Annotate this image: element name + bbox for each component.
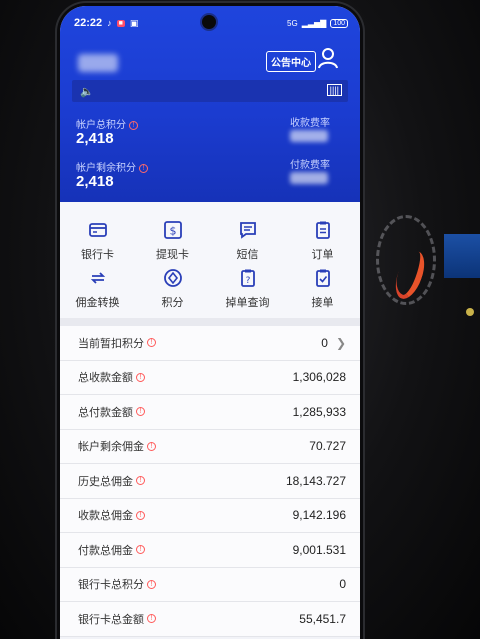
row-value: 55,451.7 [299, 611, 346, 626]
info-icon[interactable]: ! [147, 579, 156, 589]
list-item-bank-card-points: 银行卡总积分! 0 [60, 567, 360, 602]
remaining-points-label: 帐户剩余积分! [76, 159, 148, 174]
info-icon[interactable]: ! [136, 545, 145, 555]
menu-label: 提现卡 [156, 249, 189, 261]
username-blurred [78, 54, 118, 72]
row-label: 历史总佣金! [78, 473, 145, 489]
row-value: 0 [339, 577, 346, 592]
tiktok-icon: ♪ [107, 18, 112, 28]
row-label: 总收款金额! [78, 369, 145, 385]
total-points-value: 2,418 [76, 130, 114, 147]
collection-rate-label: 收款费率 [290, 118, 330, 129]
sms-icon [239, 222, 256, 239]
announcement-tag-icon: |||| [326, 84, 342, 96]
list-item-remaining-commission: 帐户剩余佣金! 70.727 [60, 429, 360, 464]
payment-rate-blurred [290, 172, 328, 184]
list-item-payment-commission: 付款总佣金! 9,001.531 [60, 533, 360, 568]
row-value: 1,285,933 [292, 404, 346, 419]
app-notification-icon: ■ [116, 19, 125, 27]
signal-icon: ▂▃▅▇ [301, 18, 327, 28]
info-icon[interactable]: ! [136, 372, 145, 382]
info-icon[interactable]: ! [147, 441, 156, 451]
order-icon [315, 221, 330, 239]
function-menu: 银行卡 $ 提现卡 短信 订单 佣金转换 积分 ? 掉单查询 接单 [60, 202, 360, 318]
lost-order-query-icon: ? [240, 269, 255, 287]
status-time: 22:22 [74, 17, 103, 29]
phone-screen: 22:22 ♪ ■ ▣ 5G ▂▃▅▇ 100 公告中心 🔈 |||| 帐户总积… [60, 6, 360, 639]
payment-rate-label: 付款费率 [290, 160, 330, 171]
menu-label: 接单 [311, 297, 334, 309]
row-value: 70.727 [309, 439, 346, 454]
battery-icon: 100 [330, 18, 348, 28]
menu-item-sms[interactable]: 短信 [210, 220, 285, 262]
background-car-screen [444, 234, 480, 278]
network-type: 5G [287, 18, 298, 28]
gallery-icon: ▣ [129, 17, 139, 28]
row-value: 9,001.531 [292, 542, 346, 557]
svg-text:?: ? [245, 276, 250, 286]
list-item-held-points[interactable]: 当前暂扣积分! 0 ❯ [60, 326, 360, 361]
menu-item-points[interactable]: 积分 [135, 268, 210, 310]
list-item-collection-commission: 收款总佣金! 9,142.196 [60, 498, 360, 533]
info-icon[interactable]: ! [136, 407, 145, 417]
remaining-points-value: 2,418 [76, 173, 114, 190]
section-divider [60, 318, 360, 326]
points-icon [163, 269, 182, 287]
bank-card-icon [88, 223, 107, 237]
menu-item-accept-order[interactable]: 接单 [285, 268, 360, 310]
background-light [466, 308, 474, 316]
row-value: 9,142.196 [292, 508, 346, 523]
menu-label: 银行卡 [81, 249, 114, 261]
row-value: 0 [321, 335, 328, 350]
row-label: 付款总佣金! [78, 542, 145, 558]
menu-item-lost-order-query[interactable]: ? 掉单查询 [210, 268, 285, 310]
withdraw-card-icon: $ [163, 221, 182, 239]
list-item-total-payment: 总付款金额! 1,285,933 [60, 395, 360, 430]
row-value: 1,306,028 [292, 370, 346, 385]
menu-item-bank-card[interactable]: 银行卡 [60, 220, 135, 262]
menu-label: 短信 [236, 249, 259, 261]
info-icon[interactable]: ! [147, 614, 156, 624]
row-label: 帐户剩余佣金! [78, 438, 156, 454]
info-icon[interactable]: ! [136, 510, 145, 520]
user-profile-icon[interactable] [316, 46, 340, 70]
status-right: 5G ▂▃▅▇ 100 [287, 18, 348, 28]
speaker-icon: 🔈 [80, 86, 94, 98]
row-label: 银行卡总积分! [78, 576, 156, 592]
collection-rate-blurred [290, 130, 328, 142]
commission-convert-icon [90, 272, 105, 284]
chevron-right-icon[interactable]: ❯ [336, 336, 346, 350]
row-label: 收款总佣金! [78, 507, 145, 523]
accept-order-icon [315, 269, 330, 287]
row-label: 银行卡总金额! [78, 611, 156, 627]
menu-item-withdraw-card[interactable]: $ 提现卡 [135, 220, 210, 262]
list-item-bank-card-amount: 银行卡总金额! 55,451.7 [60, 602, 360, 637]
menu-label: 掉单查询 [225, 297, 270, 309]
stats-list: 当前暂扣积分! 0 ❯ 总收款金额! 1,306,028 总付款金额! 1,28… [60, 326, 360, 637]
row-label: 总付款金额! [78, 404, 145, 420]
total-points-label: 帐户总积分! [76, 116, 138, 131]
info-icon[interactable]: ! [147, 338, 156, 348]
info-icon[interactable]: ! [136, 476, 145, 486]
info-icon[interactable]: ! [139, 164, 148, 173]
menu-label: 订单 [311, 249, 334, 261]
notice-center-button[interactable]: 公告中心 [266, 51, 316, 72]
list-item-total-collection: 总收款金额! 1,306,028 [60, 360, 360, 395]
list-item-history-commission: 历史总佣金! 18,143.727 [60, 464, 360, 499]
menu-item-commission-convert[interactable]: 佣金转换 [60, 268, 135, 310]
svg-text:$: $ [169, 225, 176, 238]
info-icon[interactable]: ! [129, 121, 138, 130]
menu-item-order[interactable]: 订单 [285, 220, 360, 262]
row-label: 当前暂扣积分! [78, 335, 156, 351]
front-camera [202, 15, 216, 29]
announcement-bar[interactable]: 🔈 |||| [72, 80, 348, 102]
row-value: 18,143.727 [285, 473, 346, 488]
menu-label: 佣金转换 [75, 297, 120, 309]
menu-label: 积分 [161, 297, 184, 309]
account-header: 22:22 ♪ ■ ▣ 5G ▂▃▅▇ 100 公告中心 🔈 |||| 帐户总积… [60, 6, 360, 202]
